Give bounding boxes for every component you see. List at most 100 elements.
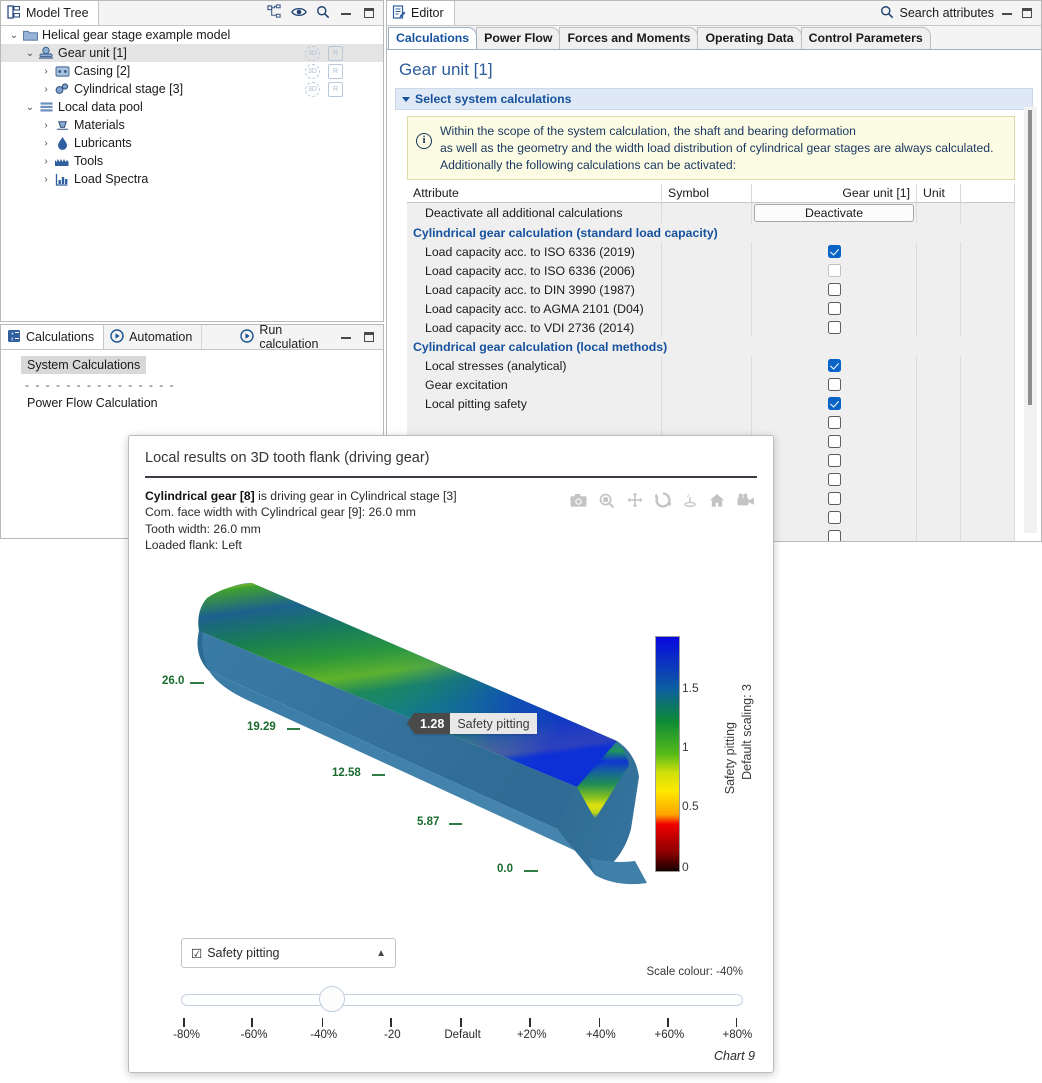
search-icon[interactable]	[316, 5, 330, 22]
tree-node-gear-unit[interactable]: ⌄ Gear unit [1] 3D R	[1, 44, 383, 62]
camera-icon[interactable]	[570, 493, 587, 508]
tree-node-load-spectra[interactable]: › Load Spectra	[1, 170, 383, 188]
minimize-icon[interactable]	[339, 6, 353, 20]
model-tree-tabbar: Model Tree	[1, 1, 383, 26]
tree-node-materials[interactable]: › Materials	[1, 116, 383, 134]
checkbox-hidden-3[interactable]	[828, 454, 841, 467]
view-3d-icon[interactable]: 3D	[305, 46, 320, 61]
tree-node-lubricants[interactable]: › Lubricants	[1, 134, 383, 152]
view-3d-icon[interactable]: 3D	[305, 64, 320, 79]
expander-icon[interactable]: ›	[39, 174, 53, 185]
row-label: Deactivate all additional calculations	[407, 203, 662, 224]
row-unit	[917, 203, 961, 224]
deactivate-button[interactable]: Deactivate	[754, 204, 914, 222]
row-extra	[961, 451, 1015, 470]
checkbox-hidden-4[interactable]	[828, 473, 841, 486]
probe-tooltip[interactable]: 1.28 Safety pitting	[407, 713, 537, 734]
report-icon[interactable]: R	[328, 64, 343, 79]
maximize-icon[interactable]	[362, 330, 376, 344]
subtab-power-flow[interactable]: Power Flow	[476, 27, 560, 49]
tree-node-cylindrical-stage[interactable]: › Cylindrical stage [3] 3D R	[1, 80, 383, 98]
col-attribute: Attribute	[407, 184, 662, 203]
search-attributes-control[interactable]: Search attributes	[880, 1, 1042, 25]
row-checkbox-cell	[752, 280, 917, 299]
tab-editor[interactable]: Editor	[387, 1, 455, 25]
checkbox-hidden-5[interactable]	[828, 492, 841, 505]
expander-icon[interactable]: ⌄	[23, 102, 37, 113]
editor-tabbar: Editor Search attributes	[387, 1, 1041, 26]
row-unit	[917, 242, 961, 261]
subtab-control-parameters[interactable]: Control Parameters	[801, 27, 931, 49]
checkbox-gear-excitation[interactable]	[828, 378, 841, 391]
expander-icon[interactable]: ›	[39, 84, 53, 95]
calculation-item-power-flow[interactable]: Power Flow Calculation	[21, 394, 164, 412]
z-axis-icon[interactable]: z	[683, 492, 697, 508]
expander-icon[interactable]: ⌄	[23, 48, 37, 59]
run-calculation-button[interactable]: Run calculation	[202, 325, 332, 349]
tree-node-casing[interactable]: › Casing [2] 3D R	[1, 62, 383, 80]
home-icon[interactable]	[709, 493, 725, 508]
tree-node-tools[interactable]: › Tools	[1, 152, 383, 170]
col-extra	[961, 184, 1015, 203]
video-icon[interactable]	[737, 493, 755, 507]
tab-automation[interactable]: Automation	[104, 325, 202, 349]
eye-icon[interactable]	[291, 6, 307, 21]
checkbox-vdi2736-2014[interactable]	[828, 321, 841, 334]
tree-node-local-data-pool[interactable]: ⌄ Local data pool	[1, 98, 383, 116]
report-icon[interactable]: R	[328, 82, 343, 97]
checkbox-iso6336-2019[interactable]	[828, 245, 841, 258]
minimize-icon[interactable]	[1000, 6, 1014, 20]
subtab-forces-and-moments[interactable]: Forces and Moments	[559, 27, 698, 49]
tooth-flank-3d-viewport[interactable]: 26.0 19.29 12.58 5.87 0.0 1.28 Safety pi…	[137, 561, 765, 991]
expander-icon[interactable]: ›	[39, 156, 53, 167]
tab-model-tree[interactable]: Model Tree	[1, 1, 99, 25]
editor-scrollbar[interactable]	[1024, 107, 1037, 533]
expander-icon[interactable]: ⌄	[7, 30, 21, 41]
row-extra	[961, 318, 1015, 337]
subtab-calculations[interactable]: Calculations	[388, 27, 477, 49]
row-badges: 3D R	[305, 82, 343, 97]
report-icon[interactable]: R	[328, 46, 343, 61]
maximize-icon[interactable]	[362, 6, 376, 20]
checkbox-hidden-7[interactable]	[828, 530, 841, 541]
slider-thumb[interactable]	[319, 986, 345, 1012]
table-group-local: Cylindrical gear calculation (local meth…	[407, 337, 1015, 356]
scrollbar-thumb[interactable]	[1028, 110, 1032, 405]
link-tree-icon[interactable]	[267, 4, 282, 22]
table-row: Local stresses (analytical)	[407, 356, 1015, 375]
checkbox-hidden-6[interactable]	[828, 511, 841, 524]
checkbox-hidden-1[interactable]	[828, 416, 841, 429]
scale-colour-slider[interactable]: -80% -60% -40% -20 Default +20% +40% +60…	[181, 986, 743, 1044]
row-symbol	[662, 394, 752, 413]
calculation-item-system[interactable]: System Calculations	[21, 356, 146, 374]
rotate-icon[interactable]	[655, 492, 671, 508]
row-extra	[961, 356, 1015, 375]
zoom-icon[interactable]	[599, 493, 615, 508]
pan-icon[interactable]	[627, 492, 643, 508]
checkbox-local-stresses[interactable]	[828, 359, 841, 372]
minimize-icon[interactable]	[339, 330, 353, 344]
expander-icon[interactable]: ›	[39, 138, 53, 149]
checkbox-local-pitting-safety[interactable]	[828, 397, 841, 410]
checkbox-din3990-1987[interactable]	[828, 283, 841, 296]
row-checkbox-cell	[752, 451, 917, 470]
slider-tick	[667, 1018, 669, 1027]
tree-node-root[interactable]: ⌄ Helical gear stage example model	[1, 26, 383, 44]
result-quantity-select[interactable]: ☑ Safety pitting ▲	[181, 938, 396, 968]
subtab-operating-data[interactable]: Operating Data	[697, 27, 801, 49]
view-3d-icon[interactable]: 3D	[305, 82, 320, 97]
checkbox-iso6336-2006[interactable]	[828, 264, 841, 277]
checkbox-hidden-2[interactable]	[828, 435, 841, 448]
colorbar-legend: 1.5 1 0.5 0 Safety pitting Default scali…	[655, 636, 680, 872]
section-header-select-system-calculations[interactable]: Select system calculations	[395, 88, 1033, 110]
checkbox-agma2101-d04[interactable]	[828, 302, 841, 315]
maximize-icon[interactable]	[1020, 6, 1034, 20]
expander-icon[interactable]: ›	[39, 120, 53, 131]
slider-track[interactable]	[181, 994, 743, 1006]
row-label: Local pitting safety	[407, 394, 662, 413]
expander-icon[interactable]: ›	[39, 66, 53, 77]
tab-label: Model Tree	[26, 6, 89, 20]
slider-tick	[460, 1018, 462, 1027]
table-row-deactivate: Deactivate all additional calculations D…	[407, 203, 1015, 224]
tab-calculations[interactable]: +x Calculations	[1, 325, 104, 349]
